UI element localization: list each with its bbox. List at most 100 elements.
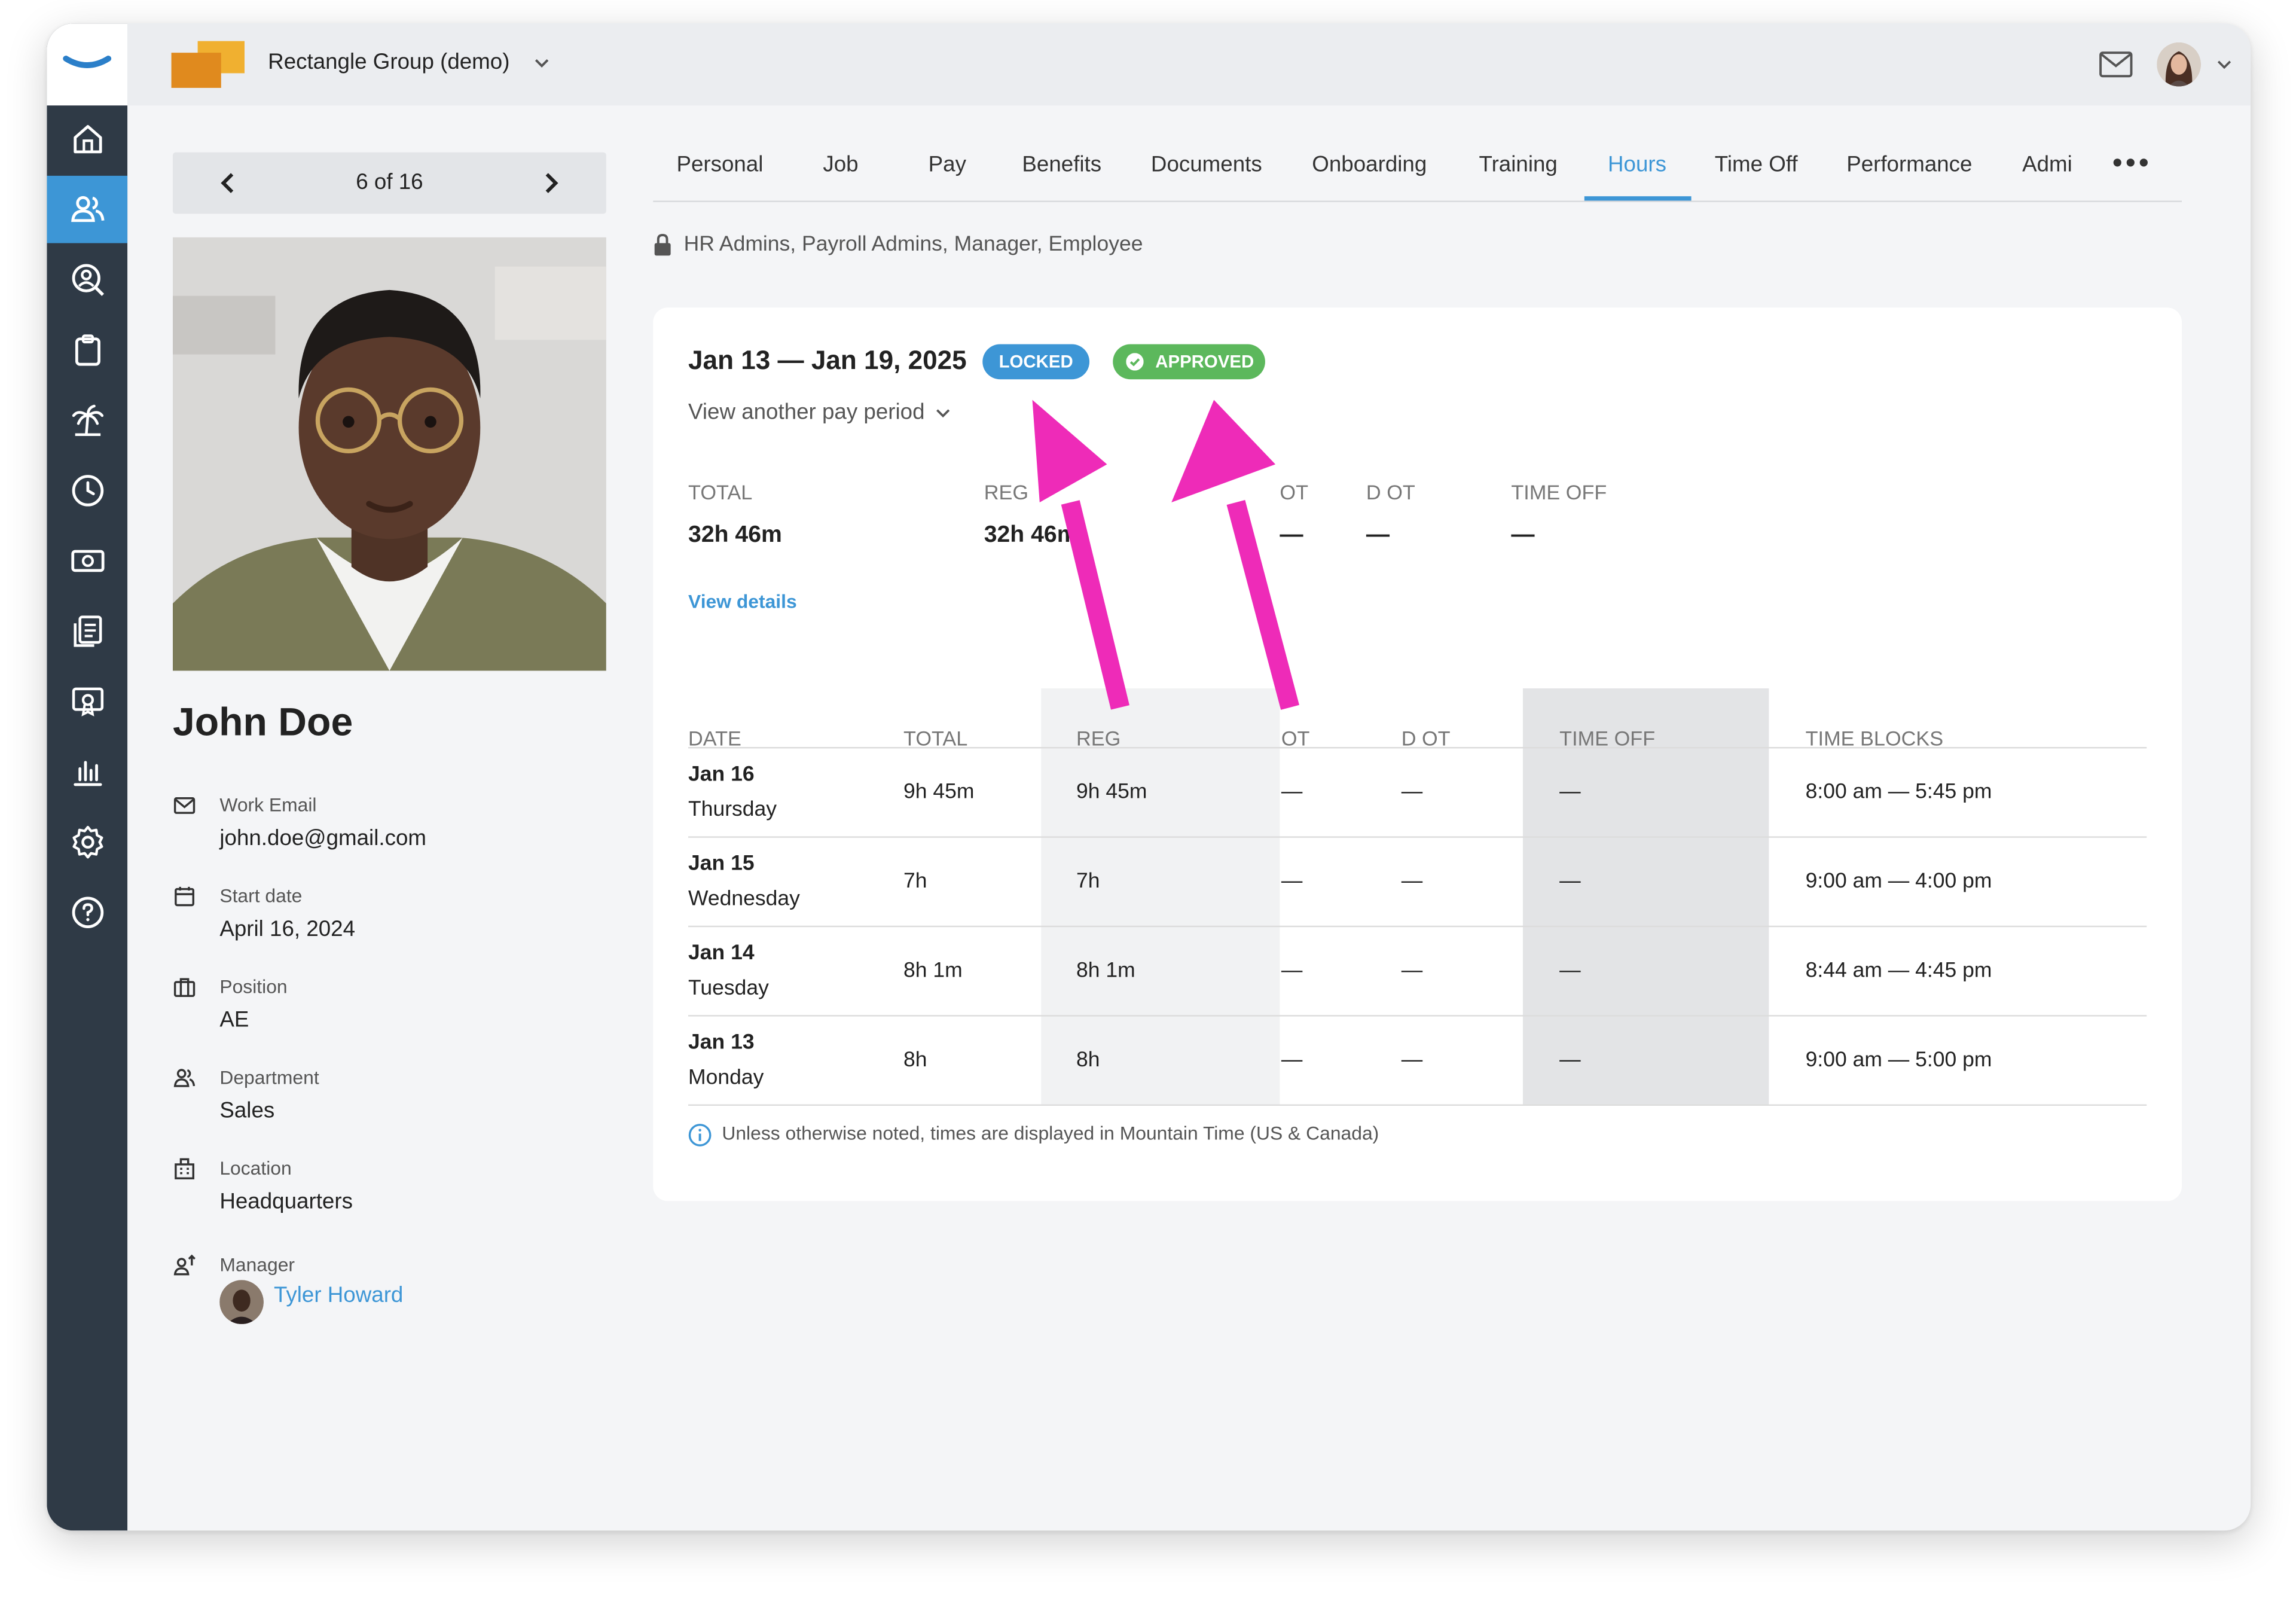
summary-timeoff-value: —	[1511, 523, 1535, 548]
app-logo[interactable]	[47, 23, 128, 106]
nav-documents[interactable]	[47, 597, 127, 665]
table-row[interactable]: Jan 13 Monday 8h 8h — — — 9:00 am — 5:00…	[688, 1017, 2147, 1106]
sidebar	[47, 23, 128, 1531]
nav-time-off[interactable]	[47, 387, 127, 455]
hours-card: Jan 13 — Jan 19, 2025 LOCKED APPROVED Vi…	[653, 307, 2182, 1202]
nav-help[interactable]	[47, 879, 127, 946]
field-label: Manager	[219, 1254, 295, 1276]
lock-icon	[654, 234, 671, 256]
tab-personal[interactable]: Personal	[676, 153, 763, 178]
row-total: 8h 1m	[903, 959, 963, 983]
nav-reports[interactable]	[47, 738, 127, 806]
row-reg: 8h 1m	[1076, 959, 1135, 983]
location-value: Headquarters	[219, 1189, 353, 1215]
start-date-value: April 16, 2024	[219, 917, 356, 942]
mail-icon[interactable]	[2098, 48, 2133, 81]
nav-home[interactable]	[47, 105, 127, 173]
more-icon[interactable]	[2110, 147, 2151, 179]
nav-hiring[interactable]	[47, 246, 127, 313]
calendar-icon	[175, 886, 194, 907]
table-row[interactable]: Jan 16 Thursday 9h 45m 9h 45m — — — 8:00…	[688, 748, 2147, 837]
active-tab-indicator	[1584, 196, 1692, 201]
row-date: Jan 16	[688, 763, 755, 787]
row-time-blocks: 8:00 am — 5:45 pm	[1805, 780, 1992, 804]
documents-icon	[73, 615, 102, 647]
employee-pager: 6 of 16	[172, 152, 606, 214]
tab-documents[interactable]: Documents	[1151, 153, 1262, 178]
tab-onboarding[interactable]: Onboarding	[1312, 153, 1427, 178]
row-day: Wednesday	[688, 888, 800, 911]
user-avatar[interactable]	[2157, 42, 2201, 87]
tab-time-off[interactable]: Time Off	[1715, 153, 1798, 178]
bar-chart-icon	[73, 761, 102, 786]
summary-total-label: TOTAL	[688, 480, 753, 504]
field-label: Position	[219, 975, 288, 998]
people-icon	[173, 1069, 196, 1087]
nav-people[interactable]	[47, 175, 128, 243]
person-up-icon	[173, 1254, 196, 1276]
user-photo	[2157, 42, 2201, 87]
nav-training[interactable]	[47, 668, 127, 736]
row-dot: —	[1401, 1048, 1423, 1072]
chevron-right-icon[interactable]	[536, 169, 565, 198]
access-text: HR Admins, Payroll Admins, Manager, Empl…	[683, 233, 1143, 257]
field-label: Work Email	[219, 794, 317, 816]
table-row[interactable]: Jan 14 Tuesday 8h 1m 8h 1m — — — 8:44 am…	[688, 927, 2147, 1016]
row-reg: 9h 45m	[1076, 780, 1147, 804]
row-ot: —	[1281, 1048, 1303, 1072]
palm-tree-icon	[71, 404, 103, 436]
table-row[interactable]: Jan 15 Wednesday 7h 7h — — — 9:00 am — 4…	[688, 838, 2147, 927]
nav-settings[interactable]	[47, 809, 127, 876]
mail-icon	[173, 797, 196, 814]
app-window: Rectangle Group (demo) 6 of 16 John Doe …	[47, 23, 2251, 1531]
row-time-off: —	[1559, 780, 1581, 804]
field-label: Location	[219, 1157, 292, 1179]
field-label: Start date	[219, 885, 303, 907]
tab-training[interactable]: Training	[1479, 153, 1557, 178]
row-time-off: —	[1559, 1048, 1581, 1072]
tab-job[interactable]: Job	[823, 153, 858, 178]
employee-photo	[172, 237, 606, 671]
person-search-icon	[71, 264, 103, 296]
row-total: 7h	[903, 870, 927, 894]
row-reg: 7h	[1076, 870, 1100, 894]
manager-link[interactable]: Tyler Howard	[274, 1283, 403, 1308]
work-email-value: john.doe@gmail.com	[219, 826, 427, 851]
row-time-off: —	[1559, 959, 1581, 983]
tab-pay[interactable]: Pay	[929, 153, 966, 178]
row-day: Thursday	[688, 798, 777, 822]
summary-timeoff-label: TIME OFF	[1511, 480, 1607, 504]
summary-total-value: 32h 46m	[688, 523, 782, 548]
row-total: 9h 45m	[903, 780, 975, 804]
manager-avatar[interactable]	[219, 1280, 264, 1324]
table-divider	[688, 1104, 2147, 1106]
row-date: Jan 14	[688, 941, 755, 965]
company-logo-icon[interactable]	[171, 41, 248, 91]
row-day: Monday	[688, 1066, 764, 1090]
tab-performance[interactable]: Performance	[1846, 153, 1972, 178]
row-dot: —	[1401, 780, 1423, 804]
pay-period-dropdown[interactable]: View another pay period	[688, 400, 951, 425]
tab-admin[interactable]: Admi	[2022, 153, 2072, 178]
chevron-down-icon[interactable]	[532, 53, 552, 73]
nav-tasks[interactable]	[47, 316, 127, 384]
pay-period-title: Jan 13 — Jan 19, 2025	[688, 345, 967, 375]
position-value: AE	[219, 1007, 249, 1033]
tab-benefits[interactable]: Benefits	[1022, 153, 1101, 178]
company-switcher[interactable]: Rectangle Group (demo)	[268, 50, 509, 75]
tab-hours[interactable]: Hours	[1608, 153, 1666, 178]
employee-portrait	[172, 237, 606, 671]
view-details-link[interactable]: View details	[688, 590, 797, 612]
profile-tabs: Personal Job Pay Benefits Documents Onbo…	[653, 132, 2182, 202]
department-value: Sales	[219, 1098, 275, 1124]
nav-time-tracking[interactable]	[47, 457, 127, 524]
approved-badge: APPROVED	[1113, 344, 1265, 380]
annotation-arrow-locked	[1032, 400, 1129, 710]
row-day: Tuesday	[688, 977, 769, 1001]
pay-period-dropdown-label: View another pay period	[688, 400, 925, 425]
row-time-blocks: 9:00 am — 5:00 pm	[1805, 1048, 1992, 1072]
building-icon	[175, 1158, 194, 1179]
employee-name: John Doe	[172, 700, 353, 745]
nav-payroll[interactable]	[47, 527, 127, 595]
chevron-down-icon[interactable]	[2215, 56, 2233, 73]
